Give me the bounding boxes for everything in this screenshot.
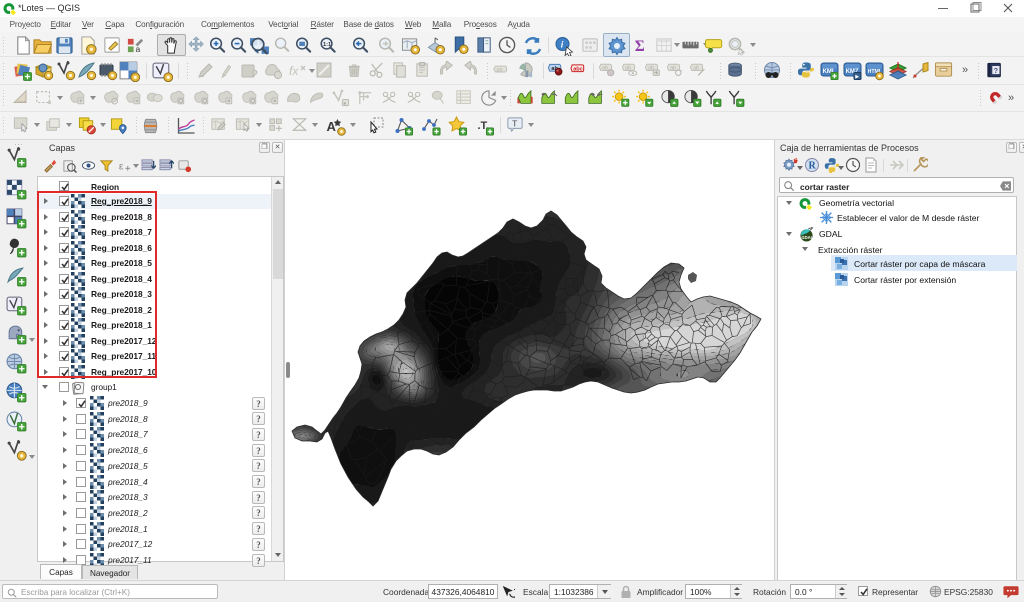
svg-text:▶: ▶ xyxy=(855,74,859,80)
svg-text:ab: ab xyxy=(602,65,608,71)
svg-text:?: ? xyxy=(994,66,998,75)
svg-text:R: R xyxy=(809,161,817,172)
svg-text:A: A xyxy=(327,119,337,134)
svg-text:Σ: Σ xyxy=(635,38,645,55)
svg-text:ab: ab xyxy=(625,65,631,71)
svg-text:abc: abc xyxy=(573,66,583,72)
svg-text:fx: fx xyxy=(289,64,299,78)
svg-text:ab: ab xyxy=(693,65,699,71)
svg-text:1:1: 1:1 xyxy=(323,42,331,48)
svg-text:ab: ab xyxy=(496,67,502,73)
svg-text:ab: ab xyxy=(670,65,676,71)
svg-text:GDAL: GDAL xyxy=(801,235,813,240)
svg-text:T: T xyxy=(512,118,518,128)
svg-text:ε: ε xyxy=(119,161,124,172)
